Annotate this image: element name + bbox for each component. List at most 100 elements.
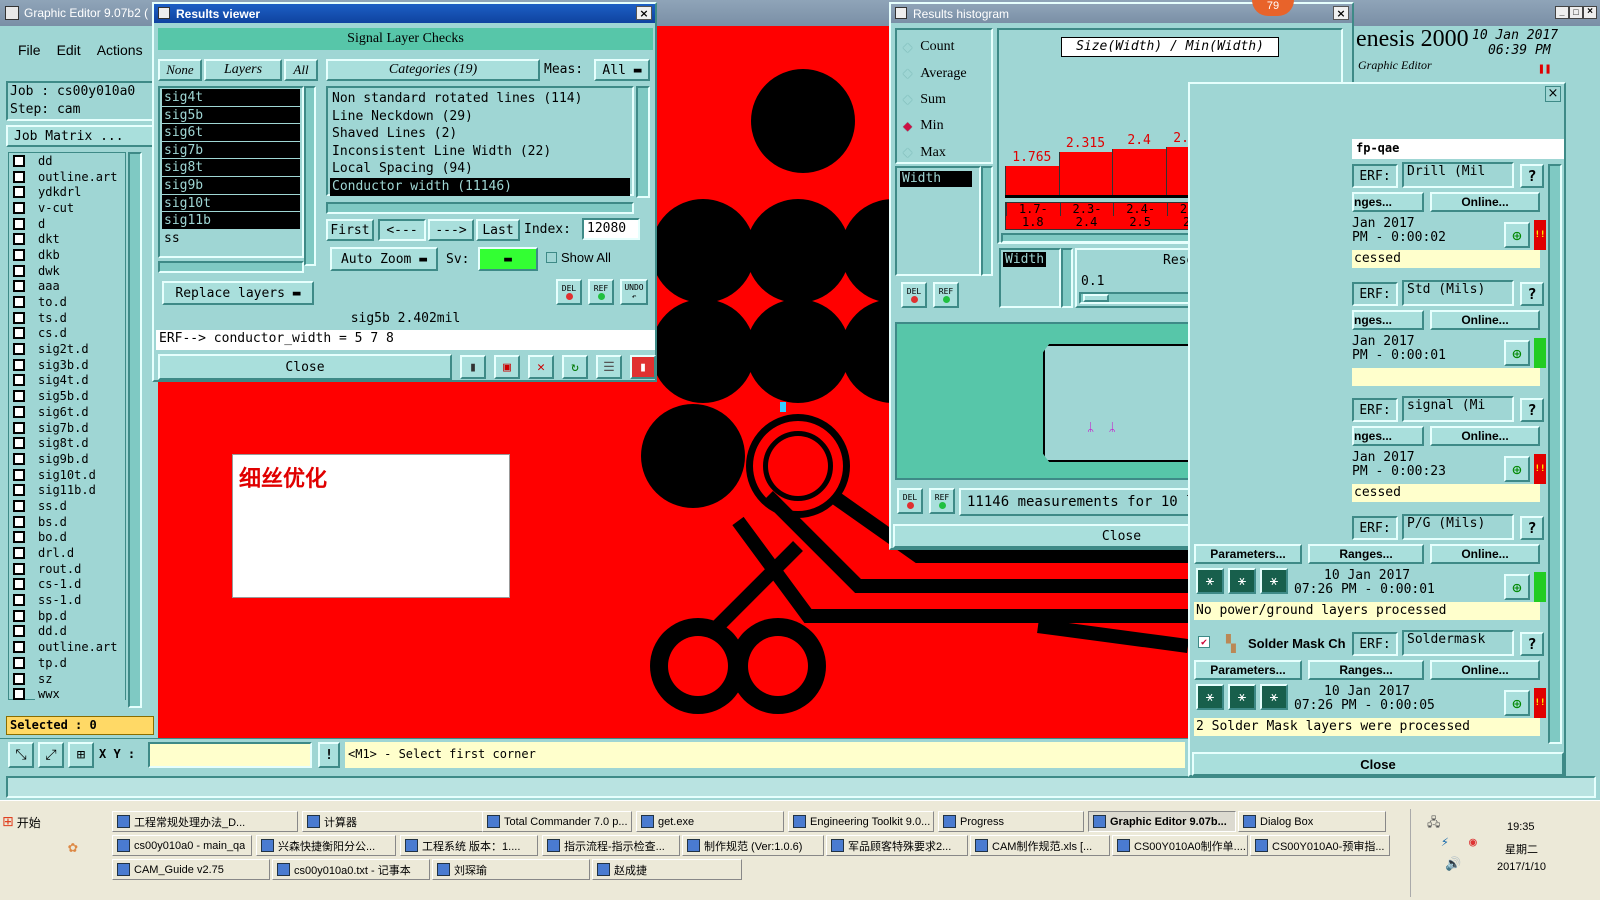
online-button[interactable]: Online... (1430, 660, 1540, 680)
close-icon[interactable]: × (1583, 6, 1597, 19)
layer-checkbox[interactable] (13, 672, 25, 685)
layer-checkbox[interactable] (13, 625, 25, 638)
close-icon[interactable]: × (1333, 6, 1349, 20)
notes-icon[interactable]: ☰ (596, 355, 622, 379)
taskbar-item[interactable]: 工程系统 版本：1.... (400, 835, 538, 856)
results-layer-hscroll[interactable] (158, 261, 304, 273)
export-icon[interactable]: ↻ (562, 355, 588, 379)
start-button[interactable]: ⊞ 开始 (2, 811, 62, 833)
layer-row[interactable]: to.d (9, 294, 125, 310)
slider-thumb[interactable] (1083, 294, 1109, 302)
ranges-button[interactable]: Ranges... (1308, 544, 1424, 564)
layer-checkbox[interactable] (13, 688, 25, 701)
taskbar-item[interactable]: CS00Y010A0-预审指... (1250, 835, 1390, 856)
taskbar-item[interactable]: Progress (938, 811, 1084, 832)
histogram-bar[interactable] (1058, 152, 1113, 195)
layer-row[interactable]: dwk (9, 263, 125, 279)
taskbar-item[interactable]: CAM_Guide v2.75 (112, 859, 270, 880)
category-hscroll[interactable] (326, 202, 634, 214)
index-input[interactable]: 12080 (582, 218, 640, 240)
layer-checkbox[interactable] (13, 484, 25, 497)
meas-dropdown[interactable]: All ▬ (594, 59, 650, 81)
attribute-item[interactable]: Width (900, 171, 972, 187)
result-layer-item[interactable]: sig8t (162, 159, 300, 177)
result-layer-item[interactable]: sig9b (162, 176, 300, 195)
layer-row[interactable]: sig9b.d (9, 451, 125, 467)
result-layer-item[interactable]: sig5b (162, 106, 300, 125)
layer-checkbox[interactable] (13, 374, 25, 387)
preview-ref-button[interactable]: REF (929, 488, 955, 514)
none-button[interactable]: None (158, 59, 202, 81)
menu-file[interactable]: File (18, 42, 41, 58)
layer-row[interactable]: bp.d (9, 608, 125, 624)
result-layer-item[interactable]: sig7b (162, 141, 300, 160)
category-item[interactable]: Inconsistent Line Width (22) (330, 143, 630, 161)
layer-checkbox[interactable] (13, 233, 25, 246)
pan-tool-icon[interactable]: ⤢ (38, 742, 64, 768)
layer-row[interactable]: sig7b.d (9, 420, 125, 436)
help-button[interactable]: ? (1520, 516, 1544, 540)
layer-row[interactable]: sig6t.d (9, 404, 125, 420)
layer-row[interactable]: tp.d (9, 655, 125, 671)
layer-checkbox[interactable] (13, 468, 25, 481)
layer-checkbox[interactable] (13, 217, 25, 230)
section-checkbox[interactable]: ✔ (1198, 636, 1210, 648)
layer-checkbox[interactable] (13, 405, 25, 418)
category-item[interactable]: Line Neckdown (29) (330, 108, 630, 126)
taskbar-item[interactable]: 工程常规处理办法_D... (112, 811, 298, 832)
maximize-icon[interactable]: □ (1569, 6, 1583, 19)
taskbar-item[interactable]: get.exe (636, 811, 784, 832)
layer-checkbox[interactable] (13, 186, 25, 199)
layer-row[interactable]: dkt (9, 231, 125, 247)
layer-row[interactable]: dkb (9, 247, 125, 263)
sv-color-dropdown[interactable]: ▬ (478, 247, 538, 271)
layer-row[interactable]: dd.d (9, 624, 125, 640)
category-item[interactable]: Local Spacing (94) (330, 160, 630, 178)
layer-checkbox[interactable] (13, 343, 25, 356)
taskbar-item[interactable]: cs00y010a0 - main_qa (112, 835, 252, 856)
layer-checkbox[interactable] (13, 280, 25, 293)
taskbar-item[interactable]: 兴森快捷衡阳分公... (256, 835, 396, 856)
layer-checkbox[interactable] (13, 421, 25, 434)
layer-row[interactable]: bo.d (9, 530, 125, 546)
width-scroll[interactable] (1061, 248, 1073, 308)
parameters-button[interactable]: Parameters... (1194, 660, 1302, 680)
layer-checkbox[interactable] (13, 594, 25, 607)
info-icon[interactable]: ! (318, 742, 340, 768)
layer-checkbox[interactable] (13, 656, 25, 669)
ref-button[interactable]: REF (588, 279, 614, 305)
layer-row[interactable]: sig4t.d (9, 373, 125, 389)
ranges-button[interactable]: nges... (1352, 310, 1424, 330)
layer-row[interactable]: v-cut (9, 200, 125, 216)
result-layer-item[interactable]: ss (162, 230, 300, 248)
chart-icon[interactable]: ▮ (460, 355, 486, 379)
replace-layers-dropdown[interactable]: Replace layers ▬ (162, 281, 314, 305)
histogram-bar[interactable] (1112, 149, 1166, 195)
taskbar-item[interactable]: Engineering Toolkit 9.0... (788, 811, 934, 832)
layer-checkbox[interactable] (13, 154, 25, 167)
delete-x-icon[interactable]: ✕ (528, 355, 554, 379)
layer-row[interactable]: rout.d (9, 561, 125, 577)
layer-row[interactable]: dd (9, 153, 125, 169)
last-button[interactable]: Last (476, 219, 520, 241)
layer-row[interactable]: sig2t.d (9, 341, 125, 357)
close-icon[interactable]: × (636, 6, 652, 20)
layer-row[interactable]: sig5b.d (9, 388, 125, 404)
taskbar-item[interactable]: 军品顾客特殊要求2... (826, 835, 968, 856)
ranges-button[interactable]: Ranges... (1308, 660, 1424, 680)
menu-edit[interactable]: Edit (57, 42, 81, 58)
result-layer-item[interactable]: sig11b (162, 212, 300, 230)
taskbar-item[interactable]: 赵成捷 (592, 859, 742, 880)
taskbar-item[interactable]: Dialog Box (1238, 811, 1386, 832)
stat-option[interactable]: ◆ Count (903, 34, 991, 60)
taskbar-item[interactable]: Total Commander 7.0 p... (482, 811, 632, 832)
pause-icon[interactable]: ❚❚ (1538, 62, 1551, 75)
run-all-icon[interactable]: ⚹ (1228, 568, 1256, 594)
ranges-button[interactable]: nges... (1352, 426, 1424, 446)
category-item[interactable]: Conductor width (11146) (330, 177, 630, 196)
layer-row[interactable]: sig10t.d (9, 467, 125, 483)
menu-actions[interactable]: Actions (97, 42, 143, 58)
taskbar-item[interactable]: CAM制作规范.xls [... (970, 835, 1110, 856)
results-close-button[interactable]: Close (158, 354, 452, 380)
online-button[interactable]: Online... (1430, 192, 1540, 212)
